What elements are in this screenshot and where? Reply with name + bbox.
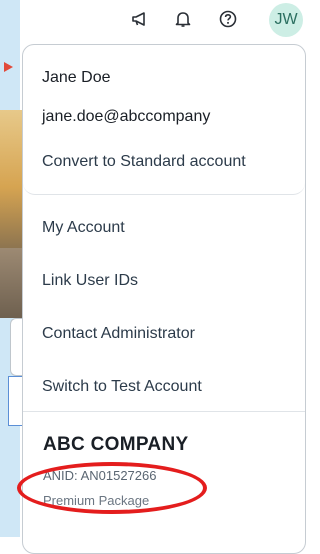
background-input	[8, 376, 23, 426]
annotation-arrow	[4, 62, 13, 72]
avatar[interactable]: JW	[269, 3, 303, 37]
user-info-section: Jane Doe jane.doe@abccompany Convert to …	[23, 45, 305, 195]
menu-item-link-user-ids[interactable]: Link User IDs	[23, 254, 305, 307]
company-name: ABC COMPANY	[43, 434, 189, 455]
menu-item-switch-test-account[interactable]: Switch to Test Account	[23, 360, 305, 413]
user-name: Jane Doe	[42, 69, 111, 86]
background-image	[0, 110, 22, 250]
company-anid: ANID: AN01527266	[43, 468, 157, 483]
menu-item-my-account[interactable]: My Account	[23, 201, 305, 254]
shell-bar: JW	[20, 0, 310, 40]
menu-item-list: My Account Link User IDs Contact Adminis…	[23, 201, 305, 413]
convert-account-link[interactable]: Convert to Standard account	[23, 127, 305, 192]
bell-icon[interactable]	[169, 6, 197, 32]
help-icon[interactable]	[214, 6, 242, 32]
company-section: ABC COMPANY ANID: AN01527266 Premium Pac…	[23, 411, 305, 508]
background-image-lower	[0, 248, 22, 318]
announcement-icon[interactable]	[126, 6, 154, 32]
menu-item-contact-administrator[interactable]: Contact Administrator	[23, 307, 305, 360]
company-package: Premium Package	[43, 493, 150, 508]
user-email: jane.doe@abccompany	[42, 108, 211, 125]
user-menu: Jane Doe jane.doe@abccompany Convert to …	[22, 44, 306, 554]
